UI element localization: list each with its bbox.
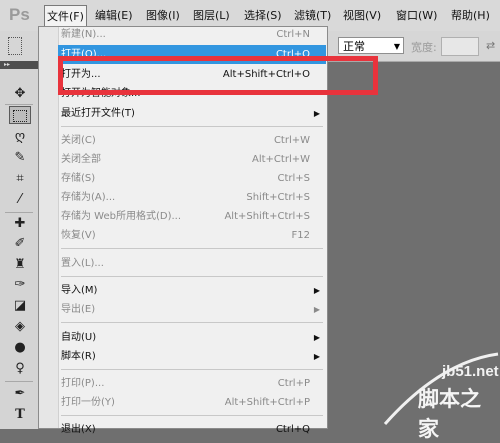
pen-tool-icon[interactable]: ✒ [9, 385, 31, 403]
menu-view[interactable]: 视图(V) [341, 5, 383, 27]
menu-item-import[interactable]: 导入(M) ▶ [58, 281, 326, 300]
submenu-arrow-icon: ▶ [313, 305, 320, 314]
eyedropper-tool-icon[interactable]: ⁄ [9, 191, 31, 209]
menu-separator [61, 276, 323, 277]
menu-window[interactable]: 窗口(W) [394, 5, 439, 27]
menu-separator [61, 322, 323, 323]
menu-item-export[interactable]: 导出(E) ▶ [58, 300, 326, 319]
spot-healing-brush-tool-icon[interactable]: ✚ [9, 215, 31, 233]
menu-item-exit[interactable]: 退出(X) Ctrl+Q [58, 420, 326, 439]
dodge-tool-icon[interactable]: ♀ [9, 360, 31, 378]
brush-tool-icon[interactable]: ✐ [9, 235, 31, 253]
menu-item-open-recent[interactable]: 最近打开文件(T) ▶ [58, 104, 326, 123]
style-mode-value: 正常 [343, 40, 365, 53]
menu-edit[interactable]: 编辑(E) [93, 5, 135, 27]
clone-stamp-tool-icon[interactable]: ♜ [9, 256, 31, 274]
menu-select[interactable]: 选择(S) [242, 5, 284, 27]
gradient-tool-icon[interactable]: ◈ [9, 318, 31, 336]
watermark-url: jb51.net [442, 363, 499, 380]
blur-tool-icon[interactable]: ● [9, 339, 31, 357]
eraser-tool-icon[interactable]: ◪ [9, 297, 31, 315]
toolbox-collapse-handle[interactable]: ▸▸ [0, 61, 38, 69]
menu-file[interactable]: 文件(F) [44, 5, 87, 27]
menu-item-revert[interactable]: 恢复(V) F12 [58, 226, 326, 245]
menu-filter[interactable]: 滤镜(T) [292, 5, 333, 27]
divider [5, 381, 33, 382]
history-brush-tool-icon[interactable]: ✑ [9, 276, 31, 294]
submenu-arrow-icon: ▶ [313, 286, 320, 295]
chevron-down-icon: ▼ [393, 42, 400, 51]
menu-image[interactable]: 图像(I) [144, 5, 182, 27]
menu-separator [61, 126, 323, 127]
menu-item-place[interactable]: 置入(L)... [58, 254, 326, 273]
quick-selection-tool-icon[interactable]: ✎ [9, 149, 31, 167]
width-label: 宽度: [411, 41, 437, 54]
menu-layer[interactable]: 图层(L) [191, 5, 232, 27]
menu-separator [61, 415, 323, 416]
type-tool-icon[interactable]: T [9, 406, 31, 424]
divider [5, 104, 33, 105]
toolbox: ▸▸ ✥ ღ ✎ ⌗ ⁄ ✚ ✐ ♜ ✑ ◪ ◈ ● ♀ ✒ T [0, 61, 39, 429]
submenu-arrow-icon: ▶ [313, 333, 320, 342]
file-menu-dropdown: 新建(N)... Ctrl+N 打开(O)... Ctrl+O 打开为... A… [38, 25, 378, 435]
menu-item-print[interactable]: 打印(P)... Ctrl+P [58, 374, 326, 393]
move-tool-icon[interactable]: ✥ [9, 85, 31, 103]
annotation-highlight-box [58, 56, 378, 95]
submenu-arrow-icon: ▶ [313, 352, 320, 361]
menu-item-save-as[interactable]: 存储为(A)... Shift+Ctrl+S [58, 188, 326, 207]
watermark-name: 脚本之家 [418, 387, 481, 441]
menu-item-scripts[interactable]: 脚本(R) ▶ [58, 347, 326, 366]
photoshop-logo: Ps [9, 5, 30, 24]
menu-help[interactable]: 帮助(H) [449, 5, 492, 27]
submenu-arrow-icon: ▶ [313, 109, 320, 118]
menu-gutter [39, 27, 59, 428]
menu-item-close-all[interactable]: 关闭全部 Alt+Ctrl+W [58, 150, 326, 169]
menu-item-new[interactable]: 新建(N)... Ctrl+N [58, 25, 326, 44]
lasso-tool-icon[interactable]: ღ [9, 128, 31, 146]
menu-item-automate[interactable]: 自动(U) ▶ [58, 328, 326, 347]
marquee-option-icon[interactable] [8, 37, 22, 55]
menu-item-save[interactable]: 存储(S) Ctrl+S [58, 169, 326, 188]
menu-item-save-for-web[interactable]: 存储为 Web所用格式(D)... Alt+Shift+Ctrl+S [58, 207, 326, 226]
rectangular-marquee-tool-icon[interactable] [9, 106, 31, 124]
crop-tool-icon[interactable]: ⌗ [9, 170, 31, 188]
width-field[interactable] [441, 37, 479, 56]
menu-item-print-one-copy[interactable]: 打印一份(Y) Alt+Shift+Ctrl+P [58, 393, 326, 412]
style-mode-select[interactable]: 正常 ▼ [338, 37, 404, 54]
menu-separator [61, 248, 323, 249]
menu-separator [61, 369, 323, 370]
menu-item-close[interactable]: 关闭(C) Ctrl+W [58, 131, 326, 150]
swap-arrow-icon[interactable]: ⇄ [486, 39, 495, 52]
divider [5, 212, 33, 213]
